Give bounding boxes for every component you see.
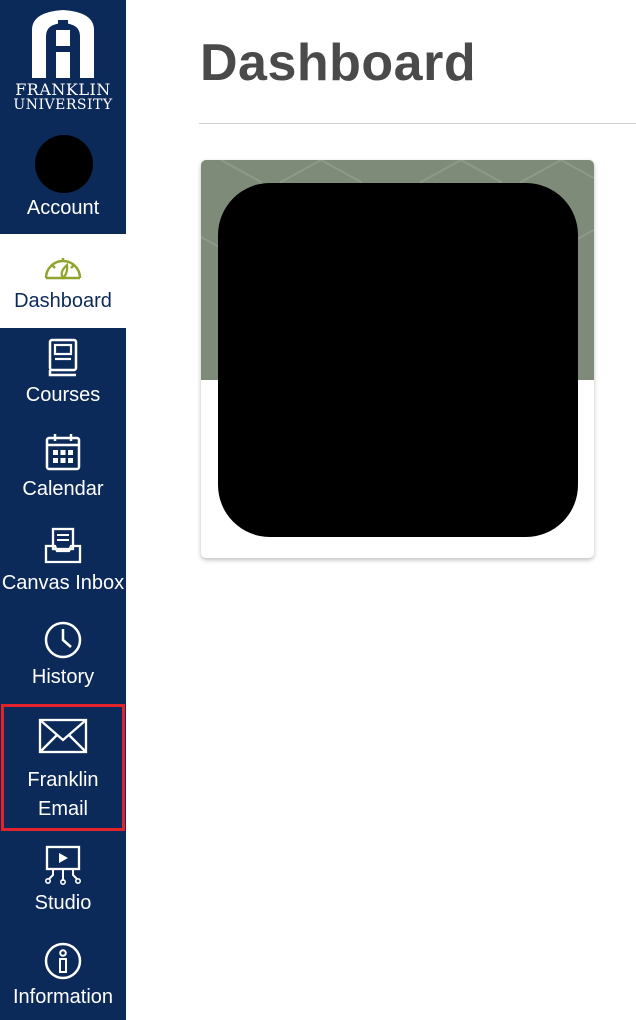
logo-text-line2: UNIVERSITY xyxy=(13,97,113,113)
global-navigation: FRANKLIN UNIVERSITY Account Dashboard Co… xyxy=(0,0,126,1020)
information-icon xyxy=(44,942,82,980)
nav-item-studio[interactable]: Studio xyxy=(0,831,126,929)
nav-item-history[interactable]: History xyxy=(0,610,126,704)
course-card[interactable] xyxy=(201,160,594,558)
inbox-icon xyxy=(44,527,82,564)
avatar xyxy=(35,135,93,193)
nav-label-dashboard: Dashboard xyxy=(14,290,112,312)
franklin-logo-icon xyxy=(32,10,94,78)
page-title: Dashboard xyxy=(200,34,477,92)
nav-item-information[interactable]: Information xyxy=(0,929,126,1020)
nav-label-history: History xyxy=(31,666,95,688)
nav-item-account[interactable]: Account xyxy=(0,125,126,234)
nav-label-courses: Courses xyxy=(25,384,101,406)
nav-item-calendar[interactable]: Calendar xyxy=(0,422,126,516)
studio-presentation-icon xyxy=(44,845,81,885)
title-divider xyxy=(199,123,636,124)
nav-label-inbox: Canvas Inbox xyxy=(1,572,125,594)
redacted-card-content xyxy=(218,183,578,537)
nav-item-courses[interactable]: Courses xyxy=(0,328,126,422)
courses-book-icon xyxy=(48,338,78,377)
calendar-icon xyxy=(45,434,81,471)
highlight-box-franklin-email xyxy=(1,704,125,831)
history-clock-icon xyxy=(44,621,82,659)
nav-label-information: Information xyxy=(12,986,114,1008)
nav-item-inbox[interactable]: Canvas Inbox xyxy=(0,516,126,610)
nav-item-dashboard[interactable]: Dashboard xyxy=(0,234,126,328)
nav-label-studio: Studio xyxy=(34,892,92,914)
nav-label-account: Account xyxy=(26,197,100,219)
nav-label-calendar: Calendar xyxy=(22,478,104,500)
dashboard-gauge-icon xyxy=(44,258,82,280)
franklin-university-logo[interactable]: FRANKLIN UNIVERSITY xyxy=(0,0,126,125)
